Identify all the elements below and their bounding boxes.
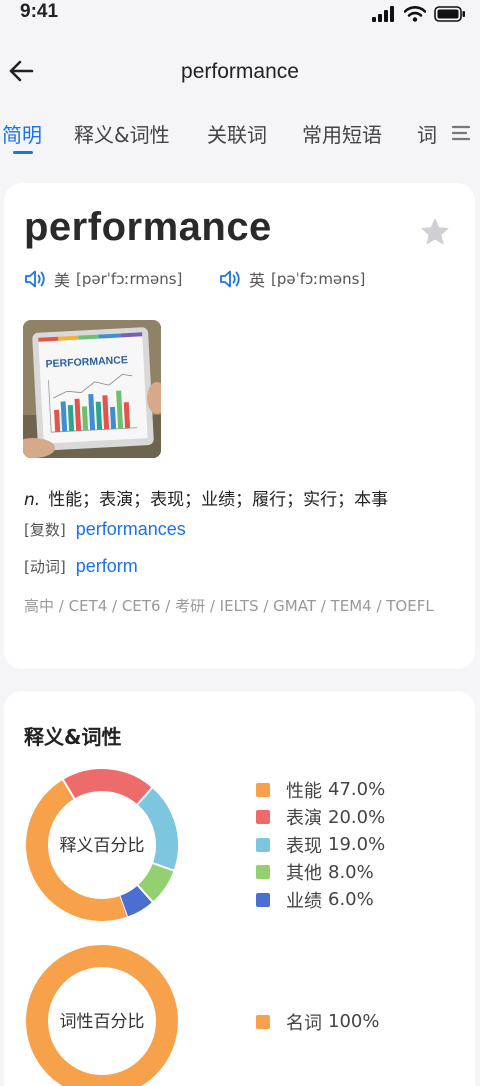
legend-item: 表演 20.0% xyxy=(256,804,385,832)
us-phonetic: [pərˈfɔːrməns] xyxy=(76,270,183,288)
verb-form-row: [动词] perform xyxy=(24,556,138,577)
legend-value: 8.0% xyxy=(328,861,374,883)
us-label: 美 xyxy=(54,271,71,290)
verb-form-link[interactable]: perform xyxy=(76,556,138,576)
legend-value: 47.0% xyxy=(328,779,386,801)
legend-swatch xyxy=(256,810,270,825)
tab-brief[interactable]: 简明 xyxy=(2,119,42,148)
donut-slice-其他 xyxy=(137,862,174,902)
us-pronunciation[interactable]: 美 [pərˈfɔːrməns] xyxy=(24,267,182,291)
uk-phonetic: [pəˈfɔːməns] xyxy=(271,270,366,288)
legend-label: 名词 xyxy=(286,1012,322,1034)
plural-label: [复数] xyxy=(24,521,66,539)
speaker-icon xyxy=(220,270,240,288)
pos-donut-chart: 词性百分比 xyxy=(26,945,178,1086)
status-time: 9:41 xyxy=(20,1,59,22)
legend-label: 表现 xyxy=(286,835,322,857)
legend-value: 20.0% xyxy=(328,806,386,828)
tab-related-words[interactable]: 关联词 xyxy=(207,119,267,148)
star-icon[interactable] xyxy=(418,215,452,249)
donut-center-label: 词性百分比 xyxy=(60,1012,145,1032)
nav-bar: performance xyxy=(0,44,480,102)
verb-label: [动词] xyxy=(24,558,66,576)
donut-center-label: 释义百分比 xyxy=(60,836,145,856)
definition-text: 性能；表演；表现；业绩；履行；实行；本事 xyxy=(48,490,389,510)
headword: performance xyxy=(24,205,272,249)
speaker-icon xyxy=(25,270,45,288)
legend-label: 其他 xyxy=(286,863,322,885)
wifi-icon xyxy=(404,6,426,22)
legend-value: 100% xyxy=(328,1011,380,1033)
legend-swatch xyxy=(256,837,270,852)
uk-label: 英 xyxy=(249,271,266,290)
donut-slice-表现 xyxy=(137,787,178,871)
menu-icon[interactable] xyxy=(450,122,472,144)
uk-pronunciation[interactable]: 英 [pəˈfɔːməns] xyxy=(219,267,365,291)
pos-legend: 名词 100% xyxy=(256,1008,379,1036)
battery-icon xyxy=(434,6,465,22)
word-illustration: PERFORMANCE xyxy=(23,320,161,458)
meanings-card: 释义&词性 释义百分比 性能 47.0% 表演 20.0% 表现 19.0% 其他 8.0% 业… xyxy=(4,691,475,1086)
legend-item: 业绩 6.0% xyxy=(256,886,385,914)
word-summary-card: performance 美 [pərˈfɔːrməns] 英 [pəˈfɔːmə… xyxy=(4,183,475,669)
donut-slice-表演 xyxy=(63,769,153,805)
legend-item: 性能 47.0% xyxy=(256,776,385,804)
legend-value: 19.0% xyxy=(328,834,386,856)
page-title: performance xyxy=(181,60,299,83)
legend-label: 业绩 xyxy=(286,890,322,912)
tab-meanings[interactable]: 释义&词性 xyxy=(74,119,170,148)
tab-bar: 简明 释义&词性 关联词 常用短语 词 xyxy=(0,114,480,158)
meaning-donut-chart: 释义百分比 xyxy=(26,769,178,921)
meaning-legend: 性能 47.0% 表演 20.0% 表现 19.0% 其他 8.0% 业绩 6.0% xyxy=(256,776,385,914)
exam-tags: 高中 / CET4 / CET6 / 考研 / IELTS / GMAT / T… xyxy=(24,597,434,615)
legend-item: 表现 19.0% xyxy=(256,831,385,859)
section-title: 释义&词性 xyxy=(24,725,122,749)
plural-form-row: [复数] performances xyxy=(24,519,186,540)
plural-form-link[interactable]: performances xyxy=(76,519,186,539)
status-icons xyxy=(372,6,466,22)
active-tab-indicator xyxy=(13,151,33,154)
legend-swatch xyxy=(256,1014,270,1029)
legend-swatch xyxy=(256,782,270,797)
legend-label: 表演 xyxy=(286,808,322,830)
legend-value: 6.0% xyxy=(328,889,374,911)
definition: n. 性能；表演；表现；业绩；履行；实行；本事 xyxy=(24,485,388,510)
tab-more[interactable]: 词 xyxy=(417,119,437,148)
signal-icon xyxy=(372,6,394,22)
legend-label: 性能 xyxy=(286,780,322,802)
status-bar: 9:41 xyxy=(0,0,480,30)
legend-item: 名词 100% xyxy=(256,1008,379,1036)
tab-phrases[interactable]: 常用短语 xyxy=(302,119,382,148)
donut-slice-业绩 xyxy=(120,885,153,917)
legend-item: 其他 8.0% xyxy=(256,859,385,887)
legend-swatch xyxy=(256,865,270,880)
definition-pos: n. xyxy=(24,490,41,510)
legend-swatch xyxy=(256,892,270,907)
